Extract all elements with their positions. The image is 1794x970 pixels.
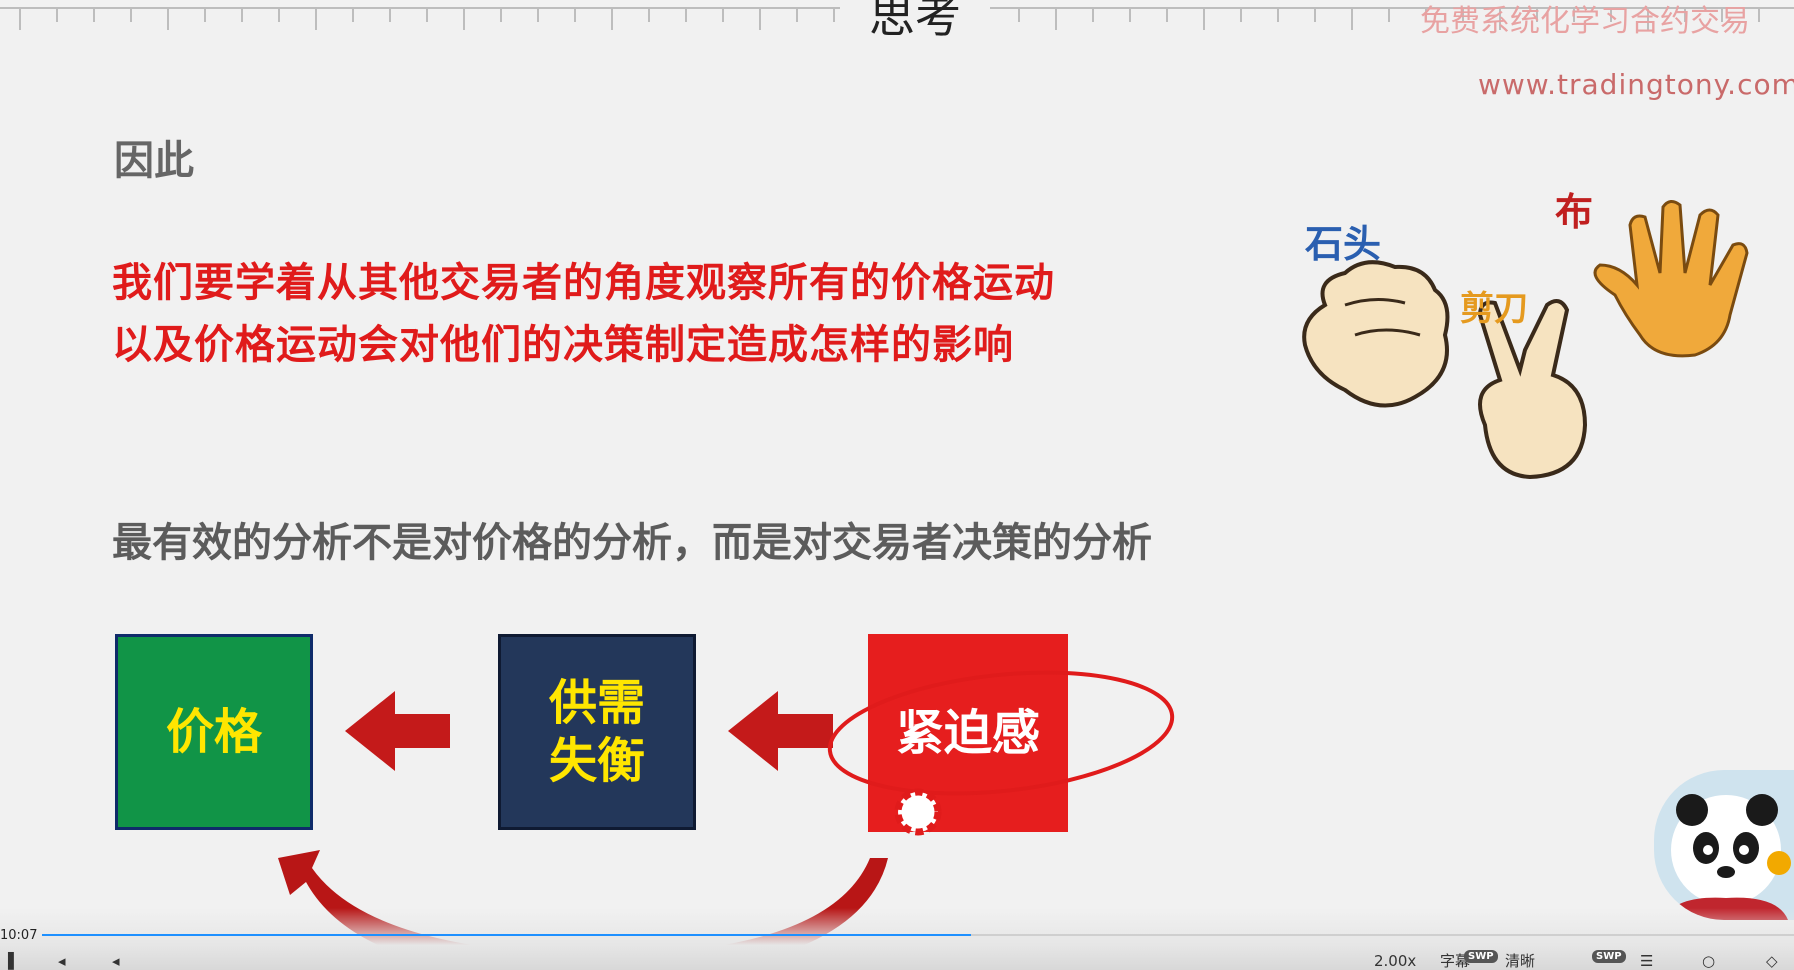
supply-demand-label-1: 供需	[548, 675, 645, 731]
urgency-label: 紧迫感	[895, 705, 1040, 761]
scissors-label: 剪刀	[1460, 289, 1528, 329]
settings-icon[interactable]: ○	[1702, 952, 1715, 970]
paper-label: 布	[1555, 190, 1593, 234]
progress-bar[interactable]	[42, 934, 1794, 936]
supply-demand-box: 供需 失衡	[498, 634, 696, 830]
volume-icon[interactable]: ◂	[58, 952, 66, 970]
section-heading: 因此	[114, 138, 194, 184]
play-button[interactable]: ▌	[8, 952, 20, 970]
swp-badge-2: SWP	[1592, 950, 1626, 963]
key-statement-line-2: 以及价格运动会对他们的决策制定造成怎样的影响	[112, 322, 1014, 368]
swp-badge-1: SWP	[1464, 950, 1498, 963]
skip-icon[interactable]: ◂	[112, 952, 120, 970]
price-box: 价格	[115, 634, 313, 830]
rock-paper-scissors-illustration: 石头 剪刀 布	[1302, 190, 1749, 480]
playlist-icon[interactable]: ☰	[1640, 952, 1653, 970]
slide-title: 思考	[840, 0, 990, 46]
quality-button[interactable]: 清晰	[1505, 952, 1535, 970]
fullscreen-icon[interactable]: ◇	[1766, 952, 1778, 970]
presenter-avatar	[1654, 770, 1794, 920]
price-label: 价格	[165, 704, 262, 760]
arrow-to-price	[345, 691, 450, 771]
current-time: 10:07	[0, 928, 38, 943]
open-hand-icon	[1593, 200, 1749, 358]
supply-demand-label-2: 失衡	[548, 733, 645, 789]
analysis-statement: 最有效的分析不是对价格的分析，而是对交易者决策的分析	[112, 520, 1152, 566]
rock-label: 石头	[1305, 222, 1381, 266]
arrow-to-supply-demand	[728, 691, 833, 771]
progress-fill	[42, 934, 971, 936]
key-statement-line-1: 我们要学着从其他交易者的角度观察所有的价格运动	[112, 260, 1055, 306]
speed-button[interactable]: 2.00x	[1374, 952, 1416, 970]
fist-icon	[1302, 260, 1450, 408]
promo-text: 免费系统化学习合约交易	[1420, 4, 1750, 39]
promo-url: www.tradingtony.com	[1478, 68, 1794, 101]
urgency-box: 紧迫感	[868, 634, 1068, 832]
